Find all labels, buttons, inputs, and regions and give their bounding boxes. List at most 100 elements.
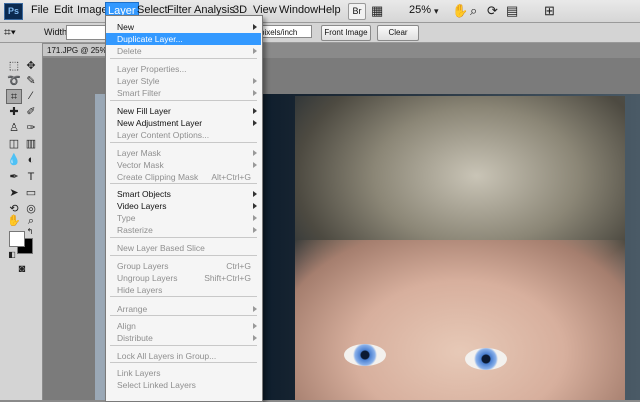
move-tool-icon[interactable]: ✥ bbox=[23, 59, 39, 74]
menu-item-label: Video Layers bbox=[117, 201, 167, 211]
menu-item-type[interactable]: Type bbox=[106, 212, 261, 224]
menu-item-label: Delete bbox=[117, 46, 142, 56]
menu-item-label: Layer Properties... bbox=[117, 64, 187, 74]
submenu-arrow-icon bbox=[253, 90, 257, 96]
foreground-color-swatch[interactable] bbox=[9, 231, 25, 247]
menu-item-video-layers[interactable]: Video Layers bbox=[106, 200, 261, 212]
resolution-unit-select[interactable]: pixels/inch bbox=[256, 25, 312, 38]
clear-button[interactable]: Clear bbox=[377, 25, 419, 41]
menu-item-duplicate-layer[interactable]: Duplicate Layer... bbox=[106, 33, 261, 45]
menu-item-new-fill-layer[interactable]: New Fill Layer bbox=[106, 105, 261, 117]
menu-item-link-layers[interactable]: Link Layers bbox=[106, 367, 261, 379]
menu-item-select-linked-layers[interactable]: Select Linked Layers bbox=[106, 379, 261, 391]
menu-separator bbox=[110, 345, 257, 346]
submenu-arrow-icon bbox=[253, 227, 257, 233]
quick-selection-tool-icon[interactable]: ✎ bbox=[23, 74, 39, 89]
menu-item-shortcut: Shift+Ctrl+G bbox=[204, 273, 251, 283]
menu-item-label: Duplicate Layer... bbox=[117, 34, 183, 44]
hand-tool-icon[interactable]: ✋ bbox=[6, 214, 22, 229]
menu-item-label: Distribute bbox=[117, 333, 153, 343]
menu-item-label: Align bbox=[117, 321, 136, 331]
menu-separator bbox=[110, 255, 257, 256]
screen-mode-icon[interactable]: ⊞ bbox=[544, 3, 555, 19]
menu-item-delete[interactable]: Delete bbox=[106, 45, 261, 57]
guides-icon[interactable]: ▦ bbox=[371, 3, 383, 19]
menu-window[interactable]: Window bbox=[279, 4, 318, 16]
menu-item-distribute[interactable]: Distribute bbox=[106, 332, 261, 344]
submenu-arrow-icon bbox=[253, 120, 257, 126]
swap-colors-icon[interactable]: ↰ bbox=[25, 227, 35, 236]
menu-file[interactable]: File bbox=[31, 4, 49, 16]
menu-item-rasterize[interactable]: Rasterize bbox=[106, 224, 261, 236]
marquee-tool-icon[interactable]: ⬚ bbox=[6, 59, 22, 74]
menu-item-label: Layer Style bbox=[117, 76, 160, 86]
menu-item-new-adjustment-layer[interactable]: New Adjustment Layer bbox=[106, 117, 261, 129]
menu-item-label: Rasterize bbox=[117, 225, 153, 235]
menu-item-shortcut: Alt+Ctrl+G bbox=[211, 172, 251, 182]
menu-edit[interactable]: Edit bbox=[54, 4, 73, 16]
lasso-tool-icon[interactable]: ➰ bbox=[6, 74, 22, 89]
menu-item-label: Arrange bbox=[117, 304, 148, 314]
menu-item-align[interactable]: Align bbox=[106, 320, 261, 332]
blur-tool-icon[interactable]: 💧 bbox=[6, 153, 22, 168]
menu-item-group-layers[interactable]: Group Layers Ctrl+G bbox=[106, 260, 261, 272]
menu-separator bbox=[110, 315, 257, 316]
menu-item-layer-mask[interactable]: Layer Mask bbox=[106, 147, 261, 159]
menu-item-layer-content-options[interactable]: Layer Content Options... bbox=[106, 129, 261, 141]
clone-stamp-tool-icon[interactable]: ♙ bbox=[6, 121, 22, 136]
type-tool-icon[interactable]: T bbox=[23, 170, 39, 185]
menu-item-hide-layers[interactable]: Hide Layers bbox=[106, 284, 261, 296]
photo-left-eye bbox=[344, 344, 386, 366]
menu-item-ungroup-layers[interactable]: Ungroup Layers Shift+Ctrl+G bbox=[106, 272, 261, 284]
menu-separator bbox=[110, 237, 257, 238]
menu-separator bbox=[110, 296, 257, 297]
quick-mask-icon[interactable]: ◙ bbox=[14, 262, 30, 277]
default-colors-icon[interactable]: ◧ bbox=[7, 250, 17, 259]
rotate-view-icon[interactable]: ⟳ bbox=[487, 3, 498, 19]
eyedropper-tool-icon[interactable]: ⁄ bbox=[23, 89, 39, 104]
rectangle-tool-icon[interactable]: ▭ bbox=[23, 186, 39, 201]
photo-right-eye bbox=[465, 348, 507, 370]
layer-menu: New Duplicate Layer... Delete Layer Propert… bbox=[105, 15, 263, 402]
width-input[interactable] bbox=[66, 25, 108, 40]
submenu-arrow-icon bbox=[253, 162, 257, 168]
menu-item-label: Smart Objects bbox=[117, 189, 171, 199]
menu-image[interactable]: Image bbox=[77, 4, 108, 16]
menu-item-label: Lock All Layers in Group... bbox=[117, 351, 217, 361]
menu-item-smart-filter[interactable]: Smart Filter bbox=[106, 87, 261, 99]
crop-tool-preset-icon[interactable]: ⌗▾ bbox=[4, 25, 26, 40]
arrange-documents-icon[interactable]: ▤ bbox=[506, 3, 518, 19]
dodge-tool-icon[interactable]: ◐ bbox=[23, 153, 39, 168]
bridge-button[interactable]: Br bbox=[348, 3, 366, 20]
menu-item-layer-properties[interactable]: Layer Properties... bbox=[106, 63, 261, 75]
menu-item-label: New bbox=[117, 22, 135, 32]
menu-item-lock-all-layers-in-group[interactable]: Lock All Layers in Group... bbox=[106, 350, 261, 362]
hand-tool-icon[interactable]: ✋ bbox=[452, 3, 468, 19]
menu-item-label: Link Layers bbox=[117, 368, 161, 378]
zoom-dropdown-icon[interactable]: ▾ bbox=[434, 3, 439, 19]
menu-item-arrange[interactable]: Arrange bbox=[106, 303, 261, 315]
menu-separator bbox=[110, 58, 257, 59]
gradient-tool-icon[interactable]: ▥ bbox=[23, 137, 39, 152]
menu-separator bbox=[110, 362, 257, 363]
zoom-tool-icon[interactable]: ⌕ bbox=[470, 3, 477, 19]
menu-item-smart-objects[interactable]: Smart Objects bbox=[106, 188, 261, 200]
menu-item-new-layer-based-slice[interactable]: New Layer Based Slice bbox=[106, 242, 261, 254]
history-brush-tool-icon[interactable]: ✑ bbox=[23, 121, 39, 136]
zoom-level[interactable]: 25% bbox=[409, 4, 431, 16]
pen-tool-icon[interactable]: ✒ bbox=[6, 170, 22, 185]
crop-tool-icon[interactable]: ⌗ bbox=[6, 89, 22, 104]
menu-item-label: Smart Filter bbox=[117, 88, 161, 98]
menu-item-create-clipping-mask[interactable]: Create Clipping Mask Alt+Ctrl+G bbox=[106, 171, 261, 183]
brush-tool-icon[interactable]: ✐ bbox=[23, 105, 39, 120]
menu-item-layer-style[interactable]: Layer Style bbox=[106, 75, 261, 87]
menu-item-label: Create Clipping Mask bbox=[117, 172, 199, 182]
front-image-button[interactable]: Front Image bbox=[321, 25, 371, 41]
menu-item-new[interactable]: New bbox=[106, 21, 261, 33]
document-tab[interactable]: 171.JPG @ 25% (R bbox=[42, 43, 112, 57]
eraser-tool-icon[interactable]: ◫ bbox=[6, 137, 22, 152]
menu-item-vector-mask[interactable]: Vector Mask bbox=[106, 159, 261, 171]
path-selection-tool-icon[interactable]: ➤ bbox=[6, 186, 22, 201]
healing-brush-tool-icon[interactable]: ✚ bbox=[6, 105, 22, 120]
menu-help[interactable]: Help bbox=[318, 4, 341, 16]
